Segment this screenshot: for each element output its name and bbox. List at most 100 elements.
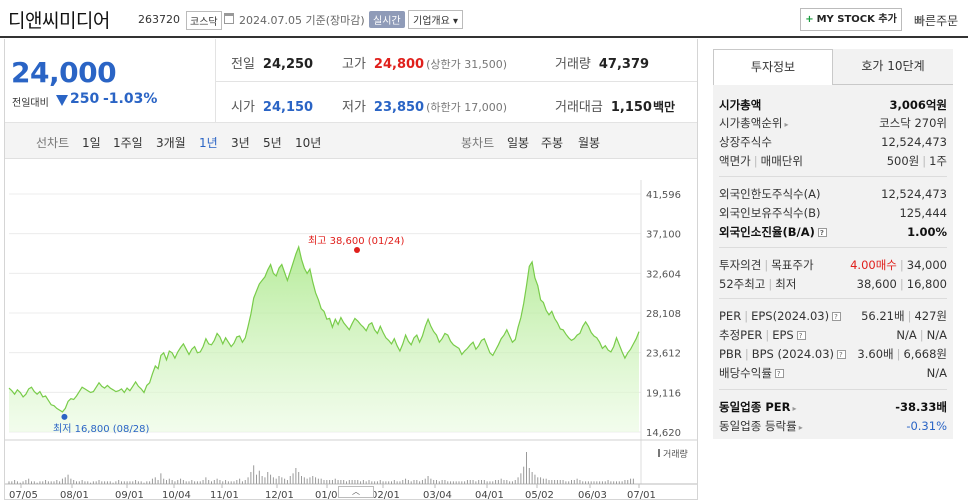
arrow-right-icon[interactable]: ▸: [792, 404, 796, 413]
volume-bar: [115, 481, 117, 484]
volume-bar: [132, 481, 134, 484]
quick-order-link[interactable]: 빠른주문: [914, 12, 958, 29]
arrow-right-icon[interactable]: ▸: [784, 120, 788, 129]
info-label: 52주최고 | 최저: [719, 275, 796, 293]
period-10y[interactable]: 10년: [295, 134, 321, 151]
help-icon[interactable]: [832, 308, 842, 326]
volume-bar: [599, 481, 601, 484]
help-icon[interactable]: [774, 365, 784, 383]
realtime-button[interactable]: 실시간: [369, 11, 405, 28]
info-label: 상장주식수: [719, 133, 772, 151]
period-5y[interactable]: 5년: [263, 134, 282, 151]
info-label-text: PBR: [719, 347, 742, 361]
prev-close-label: 전일: [231, 57, 255, 72]
candle-weekly[interactable]: 주봉: [541, 134, 563, 151]
volume-bar: [548, 480, 550, 484]
info-label-text: 상장주식수: [719, 135, 772, 149]
info-label-text: 시가총액: [719, 98, 762, 112]
volume-bar: [452, 481, 454, 484]
company-overview-button[interactable]: 기업개요 ▾: [408, 10, 463, 29]
volume-bar: [621, 481, 623, 484]
y-tick-label: 28,108: [646, 309, 681, 320]
volume-bar: [475, 481, 477, 484]
info-value-text: N/A: [926, 328, 947, 342]
quote-date: 2024.07.05 기준(장마감): [239, 14, 365, 27]
info-label-text: 시가총액순위: [719, 116, 783, 130]
info-value-text: 427원: [914, 309, 947, 323]
info-label-text: EPS: [772, 328, 794, 342]
tab-order-book[interactable]: 호가 10단계: [833, 49, 953, 85]
volume-bar: [455, 481, 457, 484]
volume-bar: [295, 468, 297, 484]
volume-bar: [517, 477, 519, 484]
volume-bar: [227, 481, 229, 484]
volume-bar: [87, 481, 89, 484]
volume-bar: [267, 472, 269, 484]
volume-bar: [568, 481, 570, 484]
y-tick-label: 32,604: [646, 269, 681, 280]
volume-bar: [618, 481, 620, 484]
period-1y[interactable]: 1년: [199, 134, 218, 151]
info-value: -38.33배: [895, 398, 947, 416]
period-1w[interactable]: 1주일: [113, 134, 143, 151]
volume-bar: [19, 482, 21, 484]
change-value: 250: [70, 91, 100, 107]
candle-monthly[interactable]: 월봉: [578, 134, 600, 151]
volume-bar: [292, 473, 294, 484]
volume-bar: [78, 481, 80, 484]
arrow-right-icon[interactable]: ▸: [799, 423, 803, 432]
volume-bar: [399, 481, 401, 484]
volume-bar: [430, 478, 432, 484]
max-price-label: 최고 38,600 (01/24): [308, 235, 404, 247]
min-marker: [61, 413, 68, 420]
volume-bar: [613, 481, 615, 484]
volume-bar: [70, 478, 72, 484]
info-row: 추정PER|EPSN/A|N/A: [719, 326, 947, 345]
help-icon[interactable]: [796, 327, 806, 345]
period-1d[interactable]: 1일: [82, 134, 101, 151]
divider: [719, 247, 947, 248]
separator: |: [899, 258, 904, 272]
volume-bar: [573, 480, 575, 484]
min-price-label: 최저 16,800 (08/28): [53, 423, 149, 435]
volume-bar: [306, 478, 308, 484]
volume-bar: [250, 472, 252, 484]
volume-bar: [174, 481, 176, 484]
volume-bar: [503, 480, 505, 484]
help-icon[interactable]: [837, 346, 847, 364]
period-3y[interactable]: 3년: [231, 134, 250, 151]
volume-bar: [14, 480, 16, 484]
volume-bar: [388, 481, 390, 484]
candle-daily[interactable]: 일봉: [507, 134, 529, 151]
info-value-text: 6,668원: [903, 347, 947, 361]
info-value: 1.00%: [907, 223, 947, 241]
volume-bar: [112, 482, 114, 484]
info-value-text: 38,600: [856, 277, 897, 291]
volume-bar: [419, 481, 421, 484]
volume-bar: [298, 472, 300, 484]
separator: |: [768, 277, 773, 291]
period-3m[interactable]: 3개월: [156, 134, 186, 151]
volume-bar: [461, 481, 463, 484]
help-icon[interactable]: [817, 224, 827, 242]
max-marker: [354, 247, 360, 253]
volume-bar: [604, 481, 606, 484]
volume-bar: [382, 481, 384, 484]
volume-bar: [199, 481, 201, 484]
volume-bar: [393, 480, 395, 484]
tab-investment-info[interactable]: 투자정보: [713, 49, 833, 85]
chevron-up-icon[interactable]: ︿: [338, 486, 374, 498]
volume-bar: [585, 481, 587, 484]
volume-bar: [106, 481, 108, 484]
volume-bar: [22, 481, 24, 484]
volume-bar: [301, 476, 302, 484]
volume-bar: [208, 480, 210, 484]
add-my-stock-button[interactable]: + MY STOCK 추가: [800, 8, 902, 31]
volume-bar: [126, 481, 128, 484]
volume-bar: [129, 481, 131, 484]
volume-bar: [593, 481, 595, 484]
x-tick-label: 10/04: [162, 490, 191, 500]
price-chart[interactable]: 41,596 37,100 32,604 28,108 23,612 19,116 14,6…: [5, 160, 697, 500]
volume-bar: [571, 480, 572, 484]
volume-bar: [587, 481, 589, 484]
